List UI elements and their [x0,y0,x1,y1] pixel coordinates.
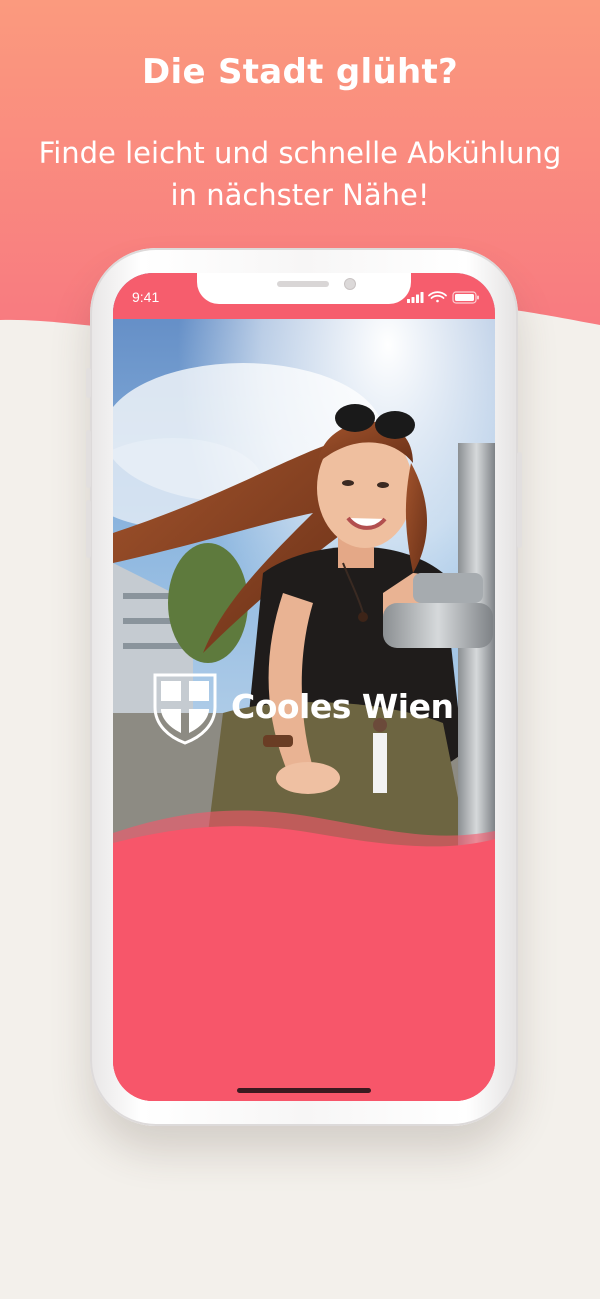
home-indicator[interactable] [237,1088,371,1093]
front-camera [344,278,356,290]
phone-volume-down-button [86,500,91,558]
splash-wave-background [113,810,495,1101]
cellular-signal-icon [407,292,424,303]
status-bar: 9:41 [113,273,495,319]
speaker-grille [277,281,329,287]
app-logo: Cooles Wien [153,673,463,745]
promo-subline-line1: Finde leicht und schnelle Abkühlung [38,136,562,170]
vienna-shield-icon [153,673,217,745]
phone-notch [197,273,411,304]
wifi-icon [428,291,447,303]
status-icons [407,291,479,304]
phone-power-button [517,452,522,548]
status-time: 9:41 [132,289,160,305]
phone-side-button [86,368,91,398]
battery-icon [452,291,479,304]
phone-volume-up-button [86,430,91,488]
splash-photo [113,273,495,873]
app-name: Cooles Wien [231,687,454,726]
promo-headline: Die Stadt glüht? [141,52,459,92]
promo-subline: Finde leicht und schnelle Abkühlung in n… [0,132,600,216]
app-screen: 9:41 Cooles Wien [113,273,495,1101]
promo-subline-line2: in nächster Nähe! [170,178,430,212]
